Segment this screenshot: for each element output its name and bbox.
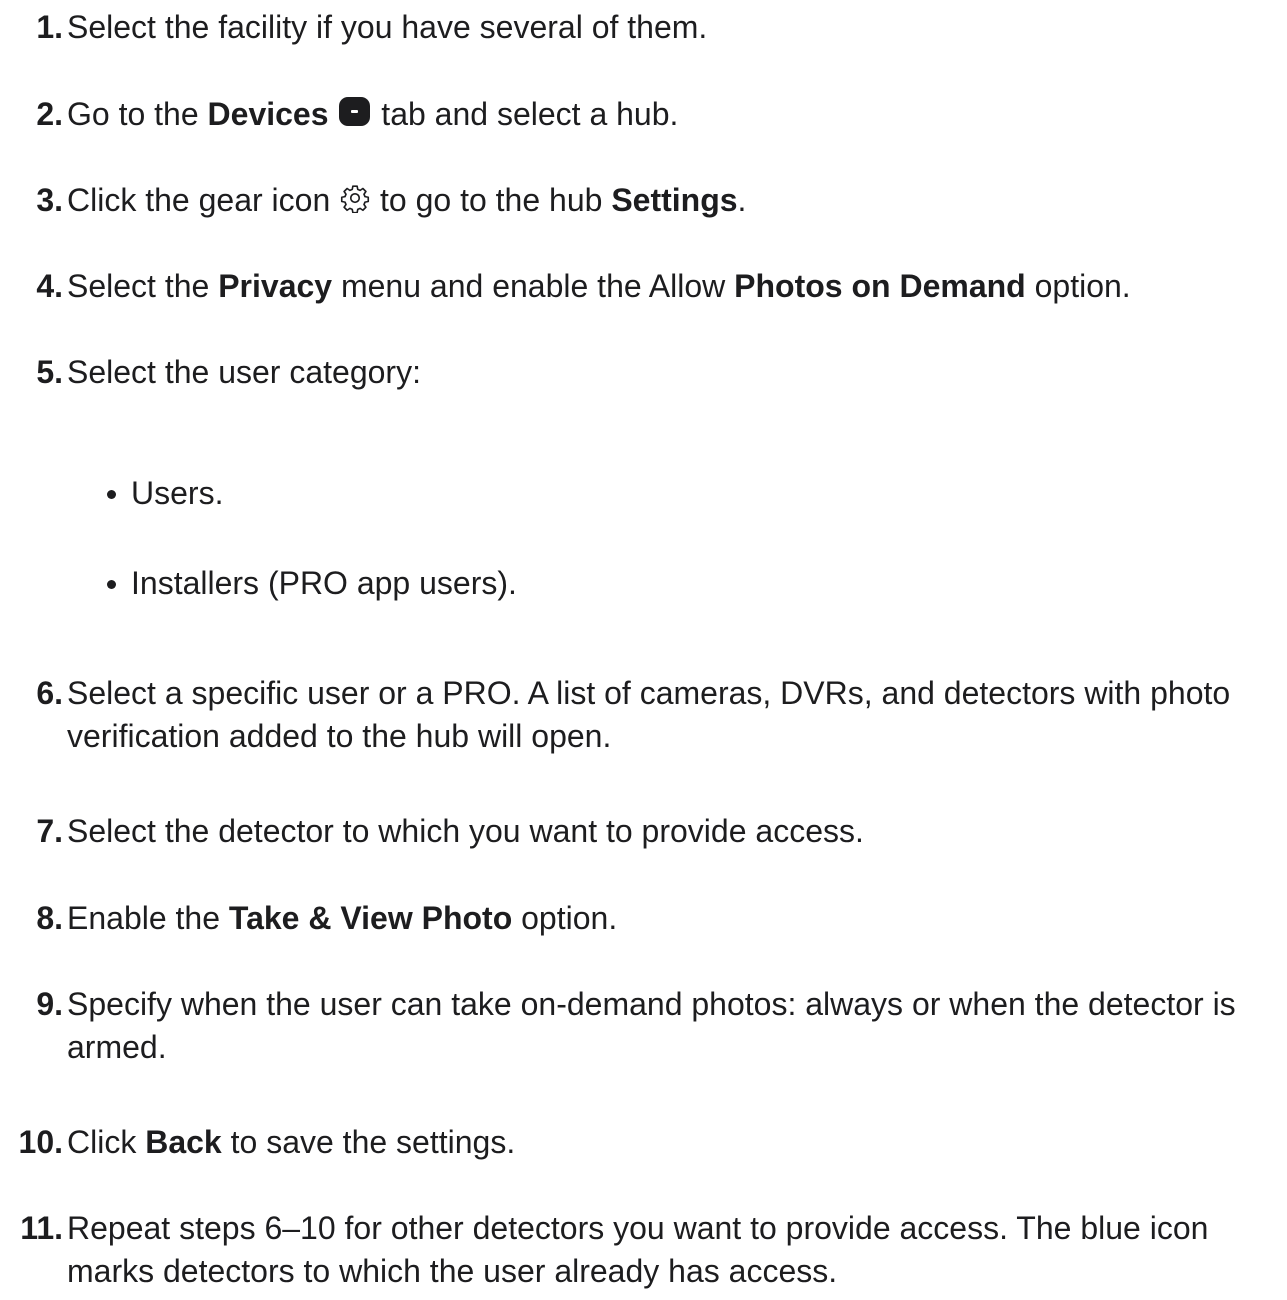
step-text: Repeat steps 6–10 for other detectors yo… bbox=[67, 1210, 1209, 1289]
step-4: 4. Select the Privacy menu and enable th… bbox=[0, 265, 1287, 308]
step-number: 1. bbox=[36, 9, 63, 45]
step-number: 10. bbox=[18, 1124, 63, 1160]
step-5: 5. Select the user category: bbox=[0, 351, 1287, 394]
bullet-text: Installers (PRO app users). bbox=[131, 565, 517, 601]
step-2: 2. Go to the Devices tab and select a hu… bbox=[0, 93, 1287, 136]
bullet-text: Users. bbox=[131, 475, 224, 511]
step-text: Select the Privacy menu and enable the A… bbox=[67, 268, 1131, 304]
devices-tab-label: Devices bbox=[207, 96, 329, 132]
gear-icon bbox=[341, 185, 370, 213]
step-6: 6. Select a specific user or a PRO. A li… bbox=[0, 672, 1287, 758]
step-3: 3. Click the gear icon to go to the hub … bbox=[0, 179, 1287, 222]
step-text: Go to the Devices tab and select a hub. bbox=[67, 96, 679, 132]
step-text: Click Back to save the settings. bbox=[67, 1124, 516, 1160]
step-9: 9. Specify when the user can take on-dem… bbox=[0, 983, 1287, 1069]
step-text: Select the user category: bbox=[67, 354, 421, 390]
devices-tab-icon bbox=[339, 97, 371, 126]
step-number: 3. bbox=[36, 182, 63, 218]
step-text: Select a specific user or a PRO. A list … bbox=[67, 675, 1231, 754]
step-7: 7. Select the detector to which you want… bbox=[0, 810, 1287, 853]
instructions-document: 1. Select the facility if you have sever… bbox=[0, 0, 1287, 1300]
step-text: Specify when the user can take on-demand… bbox=[67, 986, 1236, 1065]
step-text: Enable the Take & View Photo option. bbox=[67, 900, 618, 936]
step-text: Click the gear icon to go to the hub Set… bbox=[67, 182, 747, 218]
list-item: Users. bbox=[0, 472, 1287, 515]
list-item: Installers (PRO app users). bbox=[0, 562, 1287, 605]
step-number: 8. bbox=[36, 900, 63, 936]
step-number: 7. bbox=[36, 813, 63, 849]
step-number: 9. bbox=[36, 986, 63, 1022]
step-number: 2. bbox=[36, 96, 63, 132]
step-text: Select the facility if you have several … bbox=[67, 9, 708, 45]
bullet-dot bbox=[107, 580, 116, 589]
step-8: 8. Enable the Take & View Photo option. bbox=[0, 897, 1287, 940]
step-11: 11. Repeat steps 6–10 for other detector… bbox=[0, 1207, 1287, 1293]
step-number: 4. bbox=[36, 268, 63, 304]
step-text: Select the detector to which you want to… bbox=[67, 813, 864, 849]
step-number: 5. bbox=[36, 354, 63, 390]
step-number: 11. bbox=[20, 1210, 63, 1246]
bullet-dot bbox=[107, 490, 116, 499]
step-1: 1. Select the facility if you have sever… bbox=[0, 6, 1287, 49]
step-number: 6. bbox=[36, 675, 63, 711]
step-10: 10. Click Back to save the settings. bbox=[0, 1121, 1287, 1164]
